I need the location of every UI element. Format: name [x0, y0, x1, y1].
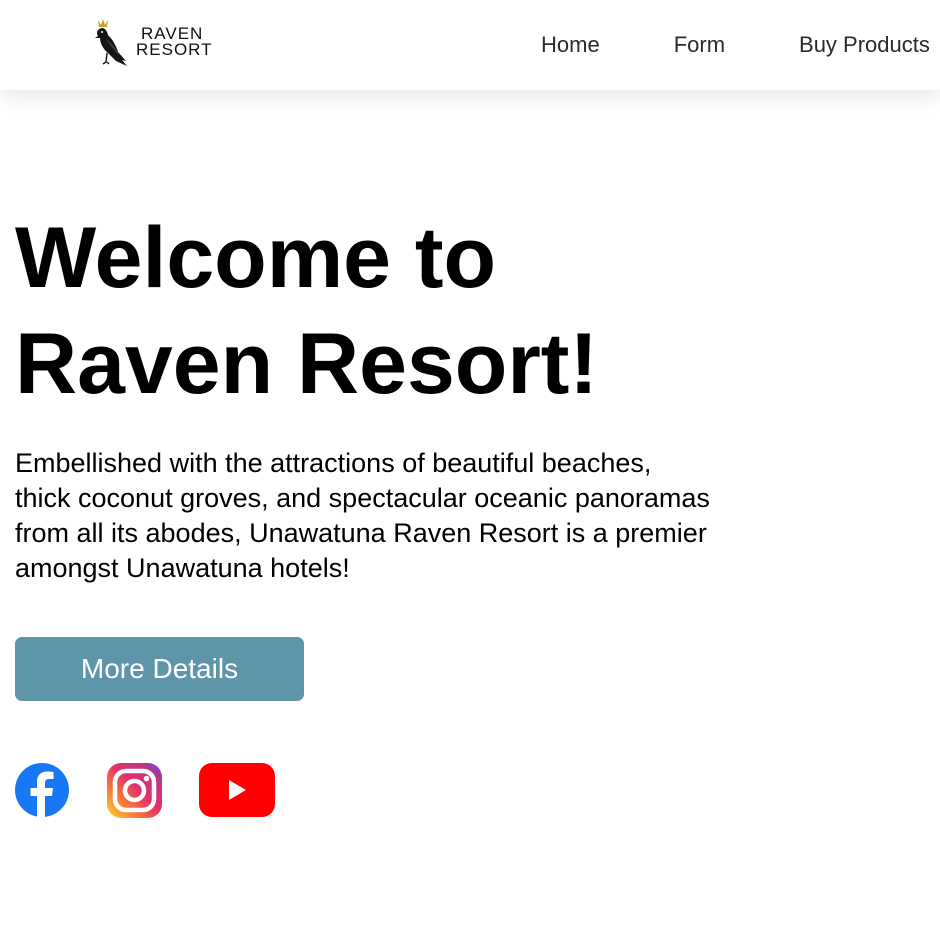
- nav-link-buy-products[interactable]: Buy Products: [799, 32, 930, 58]
- nav-link-home[interactable]: Home: [541, 32, 600, 58]
- hero-description-line: thick coconut groves, and spectacular oc…: [15, 483, 710, 513]
- site-header: RAVEN RESORT Home Form Buy Products: [0, 0, 940, 90]
- hero-description-line: Embellished with the attractions of beau…: [15, 448, 652, 478]
- logo[interactable]: RAVEN RESORT: [92, 17, 213, 67]
- logo-line-2: RESORT: [136, 40, 213, 59]
- nav-link-form[interactable]: Form: [674, 32, 725, 58]
- hero-description-line: from all its abodes, Unawatuna Raven Res…: [15, 518, 707, 548]
- main-nav: Home Form Buy Products: [541, 32, 930, 58]
- youtube-icon: [199, 763, 275, 817]
- youtube-link[interactable]: [199, 763, 275, 817]
- hero-description: Embellished with the attractions of beau…: [15, 446, 815, 586]
- hero-description-line: amongst Unawatuna hotels!: [15, 553, 350, 583]
- hero-title-line-2: Raven Resort!: [15, 316, 599, 412]
- raven-crown-icon: [95, 19, 127, 66]
- instagram-link[interactable]: [107, 763, 162, 818]
- more-details-button[interactable]: More Details: [15, 637, 304, 701]
- hero-title: Welcome to Raven Resort!: [15, 205, 598, 417]
- hero-title-line-1: Welcome to: [15, 210, 497, 306]
- facebook-link[interactable]: [15, 763, 69, 817]
- logo-text: RAVEN RESORT: [136, 25, 213, 59]
- instagram-icon: [107, 763, 162, 818]
- facebook-icon: [15, 763, 69, 817]
